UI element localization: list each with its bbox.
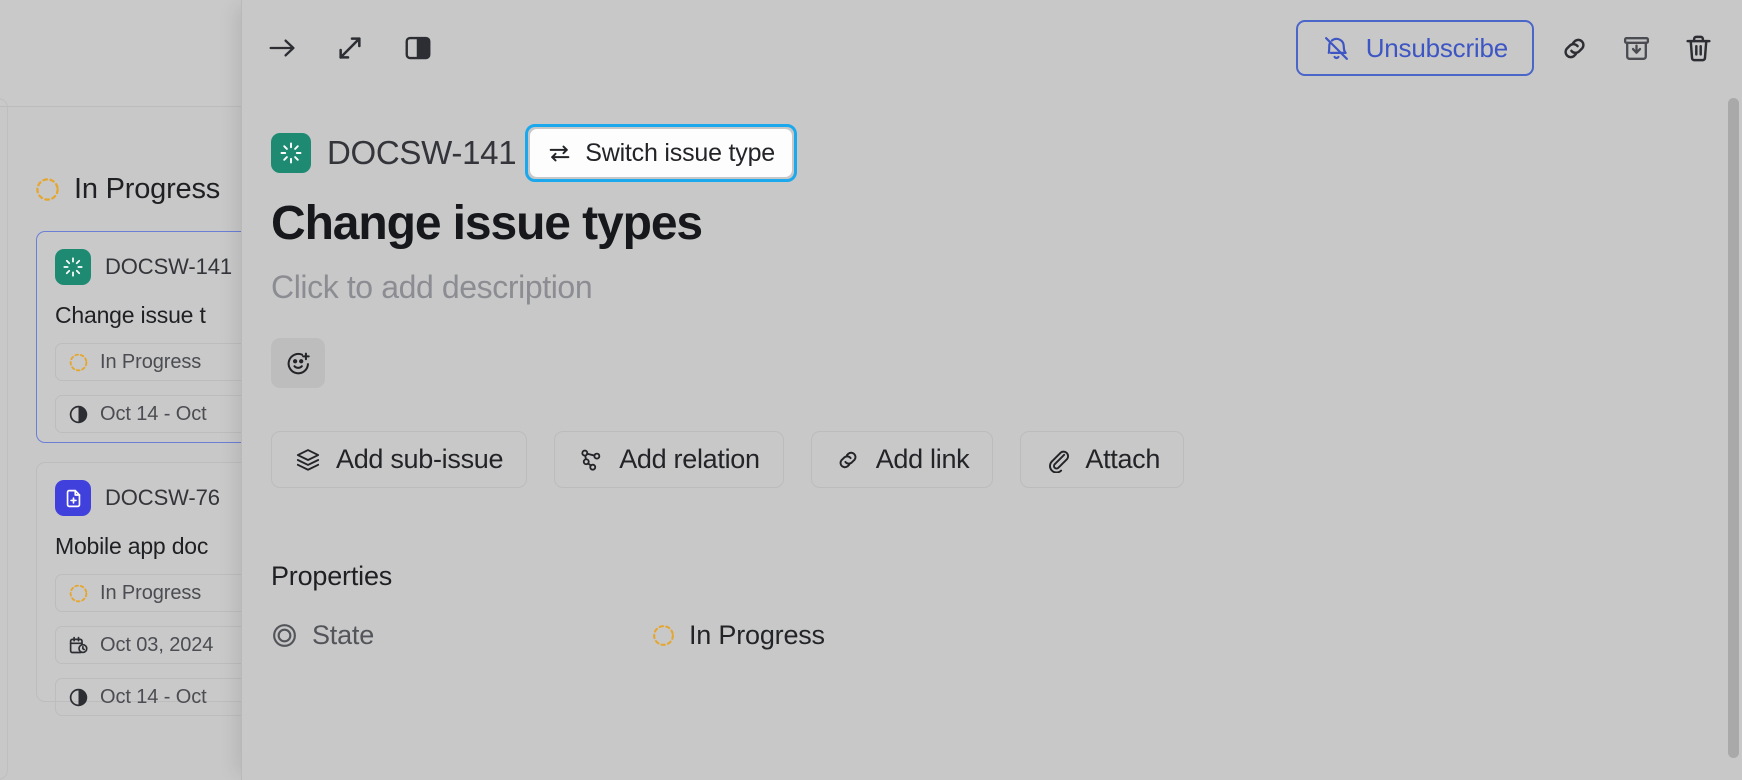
sidebar-layout-icon[interactable] bbox=[396, 26, 440, 70]
issue-identifier-row: DOCSW-141 Switch issue type bbox=[271, 122, 1742, 184]
property-value-state[interactable]: In Progress bbox=[651, 620, 825, 651]
peek-content: DOCSW-141 Switch issue type Change issue… bbox=[241, 96, 1742, 651]
issue-peek-panel: Unsubscribe bbox=[241, 0, 1742, 780]
board-background: In Progress DOCSW-141 Change issue t bbox=[0, 0, 268, 780]
relation-nodes-icon bbox=[578, 447, 604, 473]
document-plus-icon bbox=[55, 480, 91, 516]
card-state-pill[interactable]: In Progress bbox=[55, 343, 268, 381]
properties-heading: Properties bbox=[271, 561, 1742, 592]
card-issue-key: DOCSW-141 bbox=[105, 254, 232, 280]
board-group-header[interactable]: In Progress bbox=[34, 173, 220, 206]
board-group-title: In Progress bbox=[74, 173, 220, 206]
half-circle-icon bbox=[68, 687, 89, 708]
unsubscribe-label: Unsubscribe bbox=[1366, 33, 1508, 64]
in-progress-circle-icon bbox=[68, 583, 89, 604]
peek-toolbar: Unsubscribe bbox=[241, 0, 1742, 96]
issue-key: DOCSW-141 bbox=[327, 134, 516, 172]
card-header: DOCSW-141 bbox=[55, 249, 268, 285]
delete-trash-icon[interactable] bbox=[1676, 26, 1720, 70]
add-relation-button[interactable]: Add relation bbox=[554, 431, 784, 488]
close-peek-arrow-icon[interactable] bbox=[260, 26, 304, 70]
add-sub-issue-button[interactable]: Add sub-issue bbox=[271, 431, 527, 488]
calendar-clock-icon bbox=[68, 635, 89, 656]
card-date-label: Oct 14 - Oct bbox=[100, 686, 207, 709]
paperclip-icon bbox=[1044, 447, 1070, 473]
in-progress-circle-icon bbox=[651, 623, 676, 648]
card-header: DOCSW-76 bbox=[55, 480, 268, 516]
swap-arrows-icon bbox=[547, 141, 572, 166]
layers-icon bbox=[295, 447, 321, 473]
switch-issue-type-label: Switch issue type bbox=[585, 139, 775, 168]
card-date-pill[interactable]: Oct 14 - Oct bbox=[55, 678, 268, 716]
card-state-label: In Progress bbox=[100, 351, 201, 374]
card-date-label: Oct 14 - Oct bbox=[100, 403, 207, 426]
card-issue-title: Change issue t bbox=[55, 302, 268, 329]
add-link-label: Add link bbox=[876, 444, 970, 475]
property-value-label: In Progress bbox=[689, 620, 825, 651]
half-circle-icon bbox=[68, 404, 89, 425]
peek-toolbar-left bbox=[260, 26, 440, 70]
in-progress-circle-icon bbox=[68, 352, 89, 373]
switch-issue-type-button[interactable]: Switch issue type bbox=[530, 129, 792, 177]
card-issue-key: DOCSW-76 bbox=[105, 485, 220, 511]
board-topbar bbox=[0, 0, 268, 107]
board-card-docsw-141[interactable]: DOCSW-141 Change issue t In Progress bbox=[36, 231, 268, 443]
card-state-label: In Progress bbox=[100, 582, 201, 605]
sunburst-icon bbox=[55, 249, 91, 285]
attach-button[interactable]: Attach bbox=[1020, 431, 1184, 488]
issue-title[interactable]: Change issue types bbox=[271, 196, 1742, 251]
switch-issue-type-focus-ring: Switch issue type bbox=[525, 124, 797, 182]
property-label-state: State bbox=[312, 620, 374, 651]
state-circle-icon bbox=[271, 622, 298, 649]
expand-diagonal-icon[interactable] bbox=[328, 26, 372, 70]
bell-off-icon bbox=[1322, 34, 1351, 63]
peek-scrollbar-thumb[interactable] bbox=[1728, 98, 1739, 758]
card-state-pill[interactable]: In Progress bbox=[55, 574, 268, 612]
add-sub-issue-label: Add sub-issue bbox=[336, 444, 503, 475]
peek-scrollbar-track[interactable] bbox=[1726, 0, 1742, 780]
unsubscribe-button[interactable]: Unsubscribe bbox=[1296, 20, 1534, 76]
add-reaction-button[interactable] bbox=[271, 338, 325, 388]
peek-toolbar-right: Unsubscribe bbox=[1296, 20, 1720, 76]
app-root: In Progress DOCSW-141 Change issue t bbox=[0, 0, 1742, 780]
attach-label: Attach bbox=[1085, 444, 1160, 475]
issue-description-placeholder[interactable]: Click to add description bbox=[271, 269, 1742, 306]
card-due-date-label: Oct 03, 2024 bbox=[100, 634, 213, 657]
board-card-docsw-76[interactable]: DOCSW-76 Mobile app doc In Progress bbox=[36, 462, 268, 702]
add-relation-label: Add relation bbox=[619, 444, 760, 475]
property-label-group: State bbox=[271, 620, 651, 651]
card-due-date-pill[interactable]: Oct 03, 2024 bbox=[55, 626, 268, 664]
property-row-state: State In Progress bbox=[271, 620, 1742, 651]
in-progress-circle-icon bbox=[34, 176, 61, 203]
add-link-button[interactable]: Add link bbox=[811, 431, 994, 488]
copy-link-icon[interactable] bbox=[1552, 26, 1596, 70]
link-chain-icon bbox=[835, 447, 861, 473]
board-column-edge bbox=[0, 98, 8, 780]
card-date-pill[interactable]: Oct 14 - Oct bbox=[55, 395, 268, 433]
archive-icon[interactable] bbox=[1614, 26, 1658, 70]
card-issue-title: Mobile app doc bbox=[55, 533, 268, 560]
sunburst-icon bbox=[271, 133, 311, 173]
issue-action-buttons: Add sub-issue Add bbox=[271, 431, 1742, 488]
smiley-plus-icon bbox=[285, 350, 312, 377]
